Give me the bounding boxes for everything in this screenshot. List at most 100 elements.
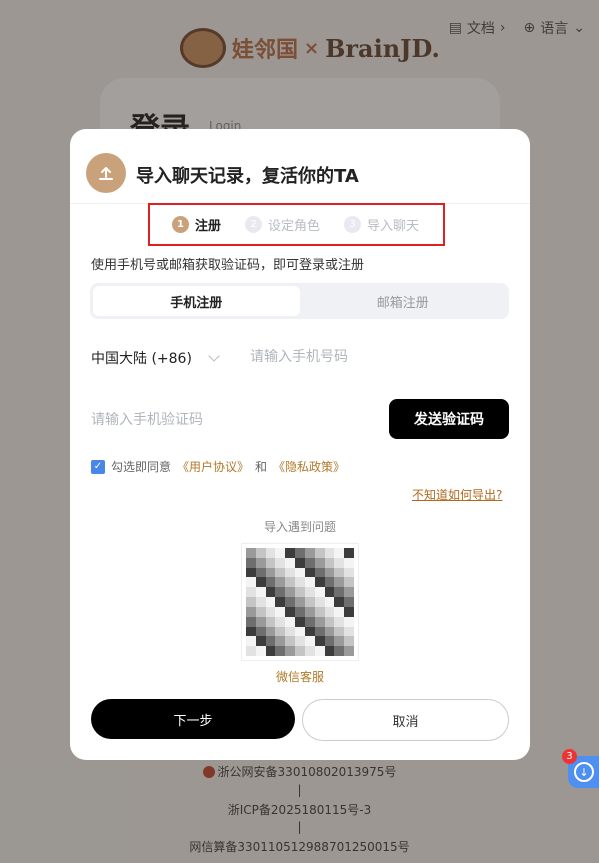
qr-cell: [324, 606, 335, 617]
qr-cell: [324, 577, 335, 588]
qr-cell: [285, 587, 296, 598]
user-agreement-link[interactable]: 《用户协议》: [177, 458, 249, 475]
import-chat-modal: 导入聊天记录，复活你的TA 1 注册 2 设定角色 3 导入聊天 使用手机号或邮…: [70, 129, 530, 760]
phone-input[interactable]: [250, 345, 490, 369]
modal-title: 导入聊天记录，复活你的TA: [136, 166, 359, 187]
agreement-row: ✓ 勾选即同意 《用户协议》 和 《隐私政策》: [91, 458, 345, 475]
qr-cell: [246, 548, 256, 558]
privacy-policy-link[interactable]: 《隐私政策》: [273, 458, 345, 475]
qr-cell: [255, 616, 266, 627]
qr-cell: [304, 606, 315, 617]
qr-cell: [295, 636, 305, 647]
region-value: 中国大陆 (+86): [91, 351, 192, 367]
qr-cell: [314, 597, 325, 607]
qr-cell: [246, 616, 256, 627]
qr-cell: [314, 626, 325, 637]
qr-cell: [285, 616, 296, 627]
qr-cell: [304, 626, 315, 637]
qr-cell: [265, 587, 276, 598]
qr-cell: [265, 577, 276, 588]
qr-cell: [285, 646, 296, 656]
qr-cell: [275, 626, 286, 637]
verification-code-input[interactable]: [91, 408, 311, 432]
qr-cell: [255, 626, 266, 637]
qr-cell: [255, 577, 266, 588]
qr-cell: [344, 548, 354, 558]
qr-cell: [285, 626, 296, 637]
qr-cell: [255, 636, 266, 647]
step-number: 2: [245, 216, 263, 233]
qr-cell: [344, 577, 354, 588]
qr-cell: [344, 567, 354, 578]
qr-cell: [334, 577, 345, 588]
qr-cell: [324, 626, 335, 637]
qr-cell: [255, 646, 266, 656]
step-set-role: 2 设定角色: [245, 215, 320, 234]
qr-cell: [265, 567, 276, 578]
qr-cell: [265, 626, 276, 637]
qr-cell: [295, 646, 305, 656]
qr-cell: [265, 557, 276, 568]
register-method-tabs: 手机注册 邮箱注册: [90, 283, 509, 319]
and-text: 和: [255, 460, 268, 474]
qr-cell: [304, 587, 315, 598]
qr-cell: [275, 606, 286, 617]
qr-cell: [314, 636, 325, 647]
qr-cell: [344, 587, 354, 598]
qr-cell: [285, 636, 296, 647]
tab-phone-register[interactable]: 手机注册: [93, 286, 300, 316]
qr-cell: [275, 646, 286, 656]
qr-cell: [344, 606, 354, 617]
qr-cell: [295, 606, 305, 617]
qr-cell: [246, 606, 256, 617]
send-code-button[interactable]: 发送验证码: [389, 399, 509, 439]
qr-cell: [304, 616, 315, 627]
wechat-qr-code: [241, 543, 359, 661]
qr-cell: [314, 616, 325, 627]
qr-cell: [285, 548, 296, 558]
qr-cell: [314, 606, 325, 617]
export-help-link[interactable]: 不知道如何导出?: [412, 486, 502, 503]
qr-cell: [344, 557, 354, 568]
qr-cell: [324, 548, 335, 558]
qr-cell: [334, 626, 345, 637]
qr-cell: [295, 577, 305, 588]
qr-cell: [295, 597, 305, 607]
qr-cell: [255, 597, 266, 607]
qr-cell: [314, 557, 325, 568]
tab-email-register[interactable]: 邮箱注册: [300, 286, 507, 316]
qr-cell: [344, 597, 354, 607]
qr-cell: [324, 616, 335, 627]
qr-cell: [246, 557, 256, 568]
qr-cell: [304, 636, 315, 647]
step-label: 导入聊天: [367, 219, 420, 234]
next-button[interactable]: 下一步: [91, 699, 295, 739]
agree-checkbox[interactable]: ✓: [91, 459, 105, 474]
qr-cell: [255, 587, 266, 598]
step-register: 1 注册: [172, 215, 221, 234]
qr-cell: [246, 567, 256, 578]
qr-cell: [265, 548, 276, 558]
region-select[interactable]: 中国大陆 (+86): [91, 348, 220, 368]
qr-label: 微信客服: [275, 670, 324, 684]
qr-cell: [334, 636, 345, 647]
qr-cell: [334, 587, 345, 598]
qr-cell: [304, 557, 315, 568]
qr-cell: [285, 577, 296, 588]
qr-cell: [255, 557, 266, 568]
qr-cell: [265, 606, 276, 617]
qr-cell: [246, 626, 256, 637]
cancel-button[interactable]: 取消: [302, 699, 509, 741]
problem-title: 导入遇到问题: [263, 520, 336, 534]
qr-cell: [344, 636, 354, 647]
qr-cell: [285, 597, 296, 607]
chevron-down-icon: [208, 350, 220, 362]
qr-cell: [334, 597, 345, 607]
qr-cell: [285, 567, 296, 578]
qr-cell: [314, 548, 325, 558]
qr-cell: [275, 587, 286, 598]
support-icon: ↓: [574, 762, 594, 782]
instruction-text: 使用手机号或邮箱获取验证码，即可登录或注册: [91, 258, 365, 273]
qr-cell: [304, 577, 315, 588]
notification-badge: 3: [562, 749, 577, 764]
